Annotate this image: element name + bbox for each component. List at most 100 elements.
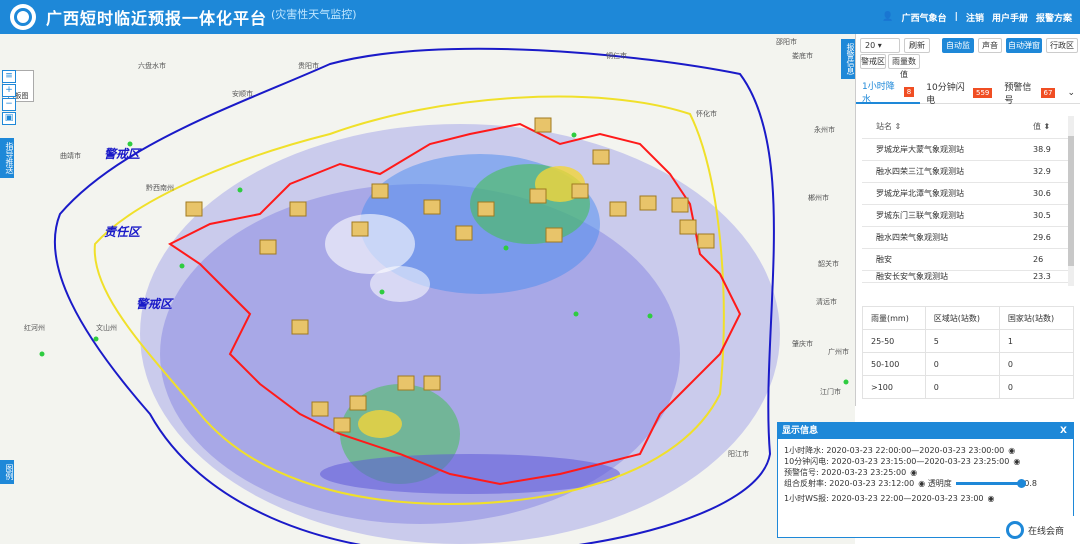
- station-value: 32.9: [1019, 160, 1068, 183]
- close-icon[interactable]: X: [1060, 423, 1067, 439]
- table-row[interactable]: 融水四荣三江气象观测站 32.9: [862, 160, 1068, 183]
- table-row: 50-100 0 0: [862, 352, 1075, 376]
- tab-count: 67: [1040, 87, 1056, 98]
- app-title: 广西短时临近预报一体化平台: [46, 9, 268, 28]
- online-consult-button[interactable]: 在线会商: [1000, 516, 1080, 544]
- alarm-info-tab[interactable]: 报警信息: [841, 39, 855, 79]
- eye-icon[interactable]: ◉: [988, 494, 995, 503]
- interval-value: 20: [865, 41, 876, 50]
- guidance-push-tab[interactable]: 指导推送: [0, 138, 14, 178]
- station-name: 罗城龙岸北潭气象观测站: [862, 182, 1020, 205]
- layers-icon[interactable]: ≡: [2, 70, 16, 83]
- table-row[interactable]: 罗城龙岸北潭气象观测站 30.6: [862, 182, 1068, 205]
- app-header: 广西短时临近预报一体化平台 (灾害性天气监控) 👤 广西气象台 | 注销 用户手…: [0, 0, 1080, 34]
- admin-area-button[interactable]: 行政区: [1046, 38, 1078, 53]
- tab-warning-signal[interactable]: 预警信号 67: [998, 82, 1061, 106]
- tab-1h-rain[interactable]: 1小时降水 8: [856, 81, 921, 105]
- tab-count: 8: [903, 86, 915, 97]
- radar-map[interactable]: 警戒区 责任区 警戒区 六盘水市 安顺市 贵阳市 曲靖市 黔西南州 文山州 红河…: [0, 34, 855, 544]
- city-label: 韶关市: [818, 259, 839, 268]
- station-value: 23.3: [1019, 270, 1068, 283]
- user-icon: 👤: [882, 12, 894, 22]
- consult-logo-icon: [1006, 521, 1024, 539]
- city-label: 肇庆市: [792, 339, 813, 348]
- info-header: 显示信息 X: [778, 423, 1073, 439]
- image-icon[interactable]: ▣: [2, 112, 16, 125]
- refresh-button[interactable]: 刷新: [904, 38, 930, 53]
- zoom-in-icon[interactable]: +: [2, 84, 16, 97]
- rain-col-range: 雨量(mm): [862, 306, 926, 330]
- city-label: 阳江市: [728, 449, 749, 458]
- zone-label-warning-north: 警戒区: [104, 147, 142, 161]
- rain-value-button[interactable]: 雨量数值: [888, 54, 920, 79]
- city-label: 安顺市: [232, 89, 253, 98]
- consult-label: 在线会商: [1028, 526, 1065, 537]
- station-value: 30.6: [1019, 182, 1068, 205]
- alarm-tabs: 1小时降水 8 10分钟闪电 559 预警信号 67 ⌄: [856, 81, 1080, 106]
- city-label: 曲靖市: [60, 151, 81, 160]
- station-name: 融安: [862, 248, 1020, 271]
- tab-label: 1小时降水: [862, 81, 895, 105]
- info-row-reflectivity: 组合反射率: 2020-03-23 23:12:00 ◉ 透明度 0.8: [784, 479, 1038, 488]
- header-actions: 👤 广西气象台 | 注销 用户手册 报警方案: [882, 11, 1072, 24]
- alarm-panel: 20 ▾ 刷新 自动监控 声音 自动弹窗 行政区 警戒区 雨量数值 1小时降水 8…: [855, 34, 1080, 406]
- alarm-plan-link[interactable]: 报警方案: [1036, 11, 1072, 24]
- user-name: 广西气象台: [901, 13, 947, 24]
- separator: |: [954, 12, 958, 22]
- city-label: 永州市: [814, 125, 835, 134]
- city-label: 郴州市: [808, 193, 829, 202]
- city-label: 红河州: [24, 323, 45, 332]
- tab-label: 10分钟闪电: [926, 82, 965, 106]
- table-row[interactable]: 融安 26: [862, 248, 1068, 271]
- auto-monitor-button[interactable]: 自动监控: [942, 38, 974, 63]
- opacity-slider[interactable]: [955, 479, 1026, 488]
- info-row-rain: 1小时降水: 2020-03-23 22:00:00—2020-03-23 23…: [784, 446, 1016, 455]
- city-label: 江门市: [820, 387, 841, 396]
- table-row: 25-50 5 1: [862, 329, 1075, 353]
- alert-area-button[interactable]: 警戒区: [860, 54, 886, 69]
- table-row[interactable]: 融安长安气象观测站 23.3: [862, 270, 1068, 283]
- sound-button[interactable]: 声音: [978, 38, 1002, 53]
- table-row[interactable]: 融水四荣气象观测站 29.6: [862, 226, 1068, 249]
- table-row[interactable]: 罗城东门三联气象观测站 30.5: [862, 204, 1068, 227]
- station-value: 26: [1019, 248, 1068, 271]
- tab-count: 559: [973, 87, 993, 98]
- eye-icon[interactable]: ◉: [910, 468, 917, 477]
- rain-stats-table: 雨量(mm) 区域站(站数) 国家站(站数) 25-50 5 1 50-100 0 0 >1…: [862, 306, 1075, 399]
- eye-icon[interactable]: ◉: [1008, 446, 1015, 455]
- col-value[interactable]: 值 ⬍: [1019, 116, 1068, 139]
- info-row-warning: 预警信号: 2020-03-23 23:25:00 ◉: [784, 468, 918, 477]
- eye-icon[interactable]: ◉: [1013, 457, 1020, 466]
- zone-label-warning-west: 警戒区: [136, 297, 174, 311]
- city-label: 黔西南州: [146, 183, 174, 192]
- station-value: 29.6: [1019, 226, 1068, 249]
- tab-10min-lightning[interactable]: 10分钟闪电 559: [920, 82, 998, 106]
- zoom-out-icon[interactable]: −: [2, 98, 16, 111]
- station-name: 融水四荣气象观测站: [862, 226, 1020, 249]
- map-canvas: 警戒区 责任区 警戒区 六盘水市 安顺市 贵阳市 曲靖市 黔西南州 文山州 红河…: [0, 34, 855, 544]
- station-table: 站名 ⇕ 值 ⬍ 罗城龙岸大蒙气象观测站 38.9 融水四荣三江气象观测站 32.9 …: [862, 116, 1068, 283]
- city-label: 娄底市: [792, 51, 813, 60]
- legend-tab[interactable]: 图例: [0, 460, 14, 484]
- logout-link[interactable]: 注销: [966, 11, 984, 24]
- city-label: 怀化市: [696, 109, 717, 118]
- weather-bureau-logo: [10, 4, 36, 30]
- table-row[interactable]: 罗城龙岸大蒙气象观测站 38.9: [862, 138, 1068, 161]
- zone-label-responsibility: 责任区: [104, 225, 142, 239]
- city-label: 清远市: [816, 297, 837, 306]
- city-label: 贵阳市: [298, 61, 319, 70]
- station-scrollbar[interactable]: [1068, 116, 1074, 286]
- chevron-down-icon[interactable]: ⌄: [1061, 82, 1080, 104]
- eye-icon[interactable]: ◉: [918, 479, 925, 488]
- rain-col-regional: 区域站(站数): [924, 306, 1000, 330]
- opacity-value: 0.8: [1024, 479, 1038, 488]
- interval-select[interactable]: 20 ▾: [860, 38, 900, 53]
- app-subtitle: (灾害性天气监控): [271, 8, 357, 21]
- table-row: >100 0 0: [862, 375, 1075, 399]
- info-row-lightning: 10分钟闪电: 2020-03-23 23:15:00—2020-03-23 2…: [784, 457, 1021, 466]
- auto-popup-button[interactable]: 自动弹窗: [1006, 38, 1042, 53]
- station-value: 30.5: [1019, 204, 1068, 227]
- station-value: 38.9: [1019, 138, 1068, 161]
- manual-link[interactable]: 用户手册: [992, 11, 1028, 24]
- col-station-name[interactable]: 站名 ⇕: [862, 116, 1020, 139]
